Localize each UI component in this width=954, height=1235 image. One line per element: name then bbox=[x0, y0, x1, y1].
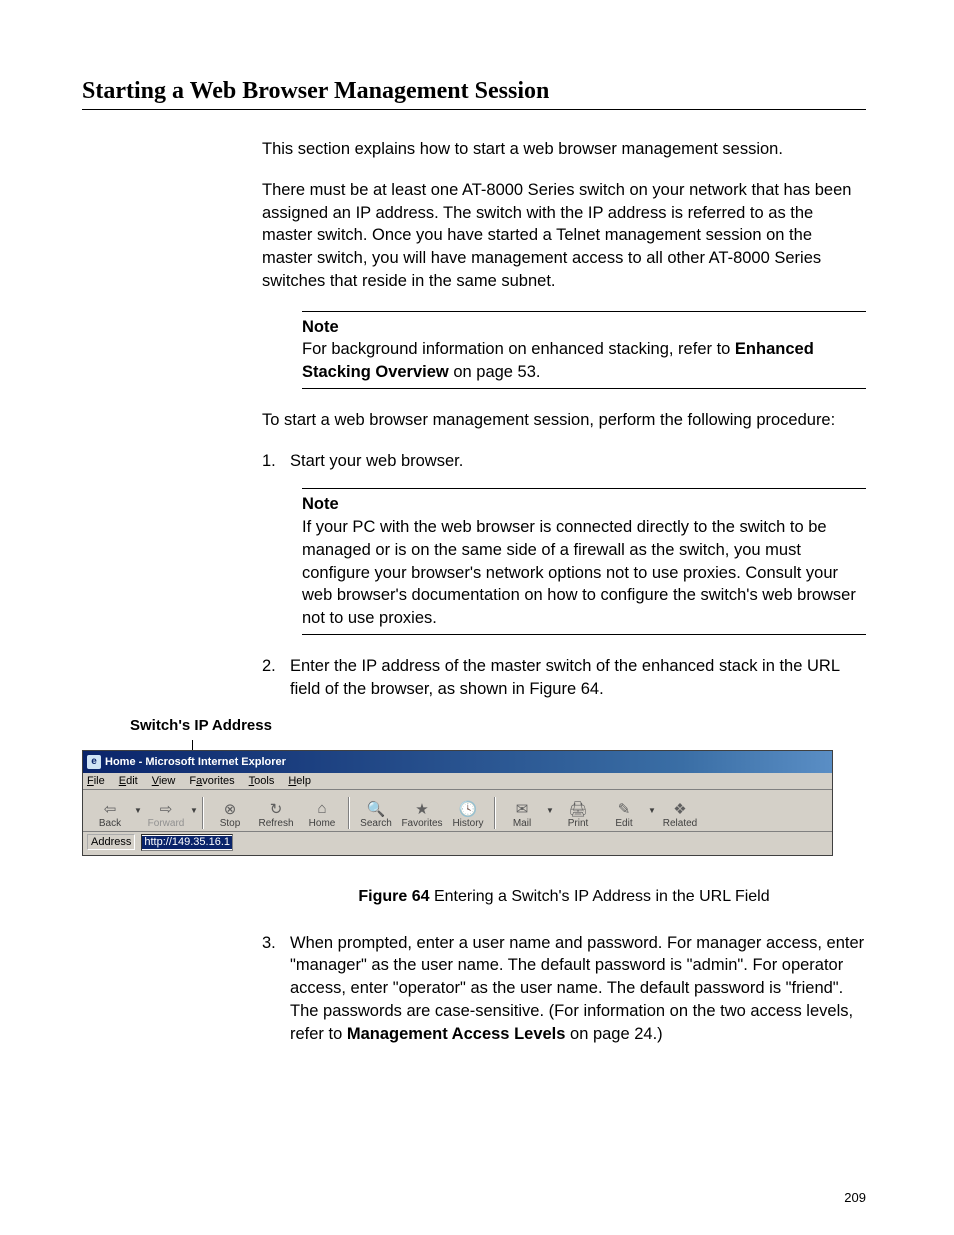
step-2-num: 2. bbox=[262, 655, 290, 701]
ie-menubar: File Edit View Favorites Tools Help bbox=[83, 773, 832, 790]
menu-edit[interactable]: Edit bbox=[119, 775, 138, 787]
step-3: 3. When prompted, enter a user name and … bbox=[262, 932, 866, 1046]
tb-sep-1 bbox=[202, 797, 204, 829]
step-1: 1. Start your web browser. bbox=[262, 450, 866, 473]
tb-favorites-button[interactable]: ★ Favorites bbox=[399, 793, 445, 829]
tb-forward-button[interactable]: ⇨ Forward bbox=[143, 793, 189, 829]
title-rule bbox=[82, 109, 866, 110]
mail-icon: ✉ bbox=[512, 800, 532, 818]
note-1: Note For background information on enhan… bbox=[302, 311, 866, 389]
history-icon: 🕓 bbox=[458, 800, 478, 818]
step-2: 2. Enter the IP address of the master sw… bbox=[262, 655, 866, 701]
section-title: Starting a Web Browser Management Sessio… bbox=[82, 78, 866, 105]
note-1-text: For background information on enhanced s… bbox=[302, 340, 735, 358]
stop-icon: ⊗ bbox=[220, 800, 240, 818]
menu-view[interactable]: View bbox=[152, 775, 176, 787]
print-icon: 🖨 bbox=[568, 800, 588, 818]
forward-arrow-icon: ⇨ bbox=[156, 800, 176, 818]
address-value: http://149.35.16.1 bbox=[142, 836, 232, 849]
note-1-text-after: on page 53. bbox=[449, 363, 541, 381]
menu-favorites[interactable]: Favorites bbox=[189, 775, 234, 787]
address-field[interactable]: http://149.35.16.1 bbox=[141, 834, 233, 851]
tb-related-button[interactable]: ❖ Related bbox=[657, 793, 703, 829]
page-number: 209 bbox=[844, 1190, 866, 1205]
figure-caption-text: Entering a Switch's IP Address in the UR… bbox=[430, 888, 770, 905]
tb-history-button[interactable]: 🕓 History bbox=[445, 793, 491, 829]
tb-refresh-button[interactable]: ↻ Refresh bbox=[253, 793, 299, 829]
ie-address-bar: Address http://149.35.16.1 bbox=[83, 832, 832, 855]
tb-edit-drop[interactable]: ▼ bbox=[647, 793, 657, 829]
note-2-label: Note bbox=[302, 495, 339, 513]
tb-stop-button[interactable]: ⊗ Stop bbox=[207, 793, 253, 829]
step-2-text: Enter the IP address of the master switc… bbox=[290, 655, 866, 701]
ie-titlebar: e Home - Microsoft Internet Explorer bbox=[83, 751, 832, 773]
step-1-num: 1. bbox=[262, 450, 290, 473]
figure-pointer-label: Switch's IP Address bbox=[130, 717, 866, 734]
tb-edit-button[interactable]: ✎ Edit bbox=[601, 793, 647, 829]
menu-file[interactable]: File bbox=[87, 775, 105, 787]
intro-para-2: There must be at least one AT-8000 Serie… bbox=[262, 179, 866, 293]
address-label: Address bbox=[87, 834, 135, 850]
figure-caption-number: Figure 64 bbox=[358, 888, 429, 905]
back-arrow-icon: ⇦ bbox=[100, 800, 120, 818]
intro-para-1: This section explains how to start a web… bbox=[262, 138, 866, 161]
favorites-icon: ★ bbox=[412, 800, 432, 818]
tb-home-button[interactable]: ⌂ Home bbox=[299, 793, 345, 829]
ie-logo-icon: e bbox=[87, 755, 101, 769]
tb-sep-3 bbox=[494, 797, 496, 829]
ie-title-text: Home - Microsoft Internet Explorer bbox=[105, 756, 286, 768]
tb-back-drop[interactable]: ▼ bbox=[133, 793, 143, 829]
tb-search-button[interactable]: 🔍 Search bbox=[353, 793, 399, 829]
tb-mail-drop[interactable]: ▼ bbox=[545, 793, 555, 829]
tb-print-button[interactable]: 🖨 Print bbox=[555, 793, 601, 829]
note-2: Note If your PC with the web browser is … bbox=[302, 488, 866, 635]
ie-toolbar: ⇦ Back ▼ ⇨ Forward ▼ ⊗ Stop ↻ Refresh ⌂ … bbox=[83, 790, 832, 832]
ie-window: e Home - Microsoft Internet Explorer Fil… bbox=[82, 750, 833, 856]
menu-help[interactable]: Help bbox=[288, 775, 311, 787]
search-icon: 🔍 bbox=[366, 800, 386, 818]
menu-tools[interactable]: Tools bbox=[249, 775, 275, 787]
tb-sep-2 bbox=[348, 797, 350, 829]
step-1-text: Start your web browser. bbox=[290, 450, 866, 473]
related-icon: ❖ bbox=[670, 800, 690, 818]
figure-caption: Figure 64 Entering a Switch's IP Address… bbox=[262, 886, 866, 908]
step-3-num: 3. bbox=[262, 932, 290, 1046]
tb-mail-button[interactable]: ✉ Mail bbox=[499, 793, 545, 829]
step-3-text-after: on page 24.) bbox=[565, 1025, 662, 1043]
edit-icon: ✎ bbox=[614, 800, 634, 818]
step-3-ref: Management Access Levels bbox=[347, 1025, 566, 1043]
tb-back-button[interactable]: ⇦ Back bbox=[87, 793, 133, 829]
tb-forward-drop[interactable]: ▼ bbox=[189, 793, 199, 829]
figure-pointer-line bbox=[192, 740, 193, 750]
refresh-icon: ↻ bbox=[266, 800, 286, 818]
note-2-text: If your PC with the web browser is conne… bbox=[302, 516, 866, 630]
note-1-label: Note bbox=[302, 318, 339, 336]
procedure-intro: To start a web browser management sessio… bbox=[262, 409, 866, 432]
home-icon: ⌂ bbox=[312, 800, 332, 818]
